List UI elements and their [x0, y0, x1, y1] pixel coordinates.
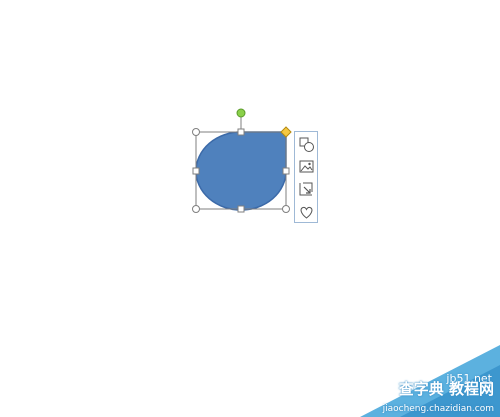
resize-handle-left[interactable]: [192, 167, 200, 175]
crop-resize-icon: [299, 182, 313, 196]
rotation-handle[interactable]: [236, 108, 246, 118]
resize-handle-top[interactable]: [237, 128, 245, 136]
watermark-main: 查字典 教程网: [398, 380, 494, 398]
picture-options-button[interactable]: [298, 158, 315, 175]
crop-resize-button[interactable]: [298, 181, 315, 198]
shape-icon: [299, 137, 314, 152]
heart-shape-icon: [300, 206, 313, 219]
resize-handle-bottom-left[interactable]: [192, 205, 200, 213]
shape-options-button[interactable]: [298, 136, 315, 153]
watermark-url: jiaocheng.chazidian.com: [382, 404, 494, 414]
heart-shape-button[interactable]: [298, 204, 315, 221]
drawing-canvas: [192, 108, 292, 213]
resize-handle-bottom-right[interactable]: [282, 205, 290, 213]
layout-options-toolbar: [294, 131, 318, 223]
picture-icon: [299, 160, 314, 173]
resize-handle-top-left[interactable]: [192, 128, 200, 136]
resize-handle-bottom[interactable]: [237, 205, 245, 213]
resize-handle-right[interactable]: [282, 167, 290, 175]
teardrop-shape[interactable]: [195, 131, 287, 211]
